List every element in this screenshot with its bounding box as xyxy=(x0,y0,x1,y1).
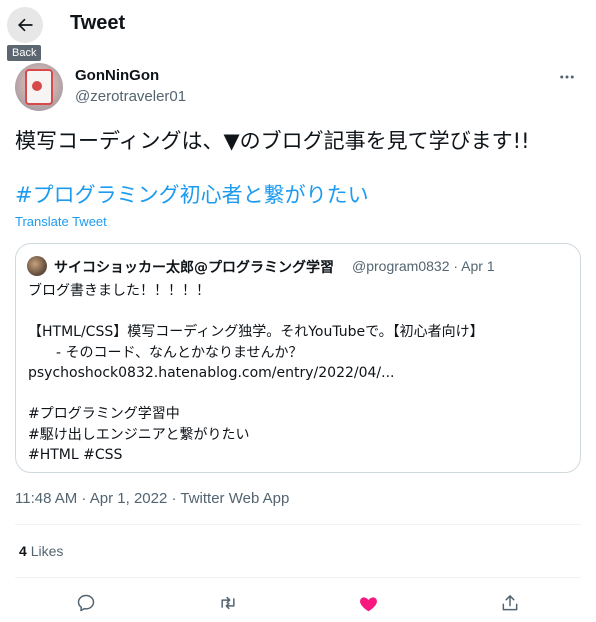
quote-author-name[interactable]: サイコショッカー太郎@プログラミング学習 xyxy=(54,257,334,277)
quote-avatar[interactable] xyxy=(27,256,47,276)
author-display-name[interactable]: GonNinGon xyxy=(75,67,159,84)
more-options-button[interactable] xyxy=(557,67,577,87)
divider xyxy=(15,577,581,578)
likes-label: Likes xyxy=(30,543,64,559)
author-handle[interactable]: @zerotraveler01 xyxy=(75,88,186,105)
tweet-text: 模写コーディングは、▼のブログ記事を見て学びます!! xyxy=(15,129,530,153)
top-bar: Back Tweet xyxy=(0,0,596,61)
heart-filled-icon xyxy=(359,596,377,611)
translate-tweet-link[interactable]: Translate Tweet xyxy=(15,214,107,229)
arrow-left-icon xyxy=(18,18,33,32)
more-dots-icon xyxy=(560,75,574,79)
share-icon xyxy=(502,595,518,611)
back-tooltip: Back xyxy=(7,45,42,61)
retweet-icon xyxy=(221,596,235,610)
divider xyxy=(15,524,581,525)
avatar[interactable] xyxy=(15,63,63,111)
likes-count[interactable]: 4 Likes xyxy=(19,543,63,559)
reply-button[interactable] xyxy=(69,586,103,620)
like-button[interactable] xyxy=(351,586,385,620)
tweet-author: GonNinGon @zerotraveler01 xyxy=(15,63,581,113)
quoted-tweet[interactable]: サイコショッカー太郎@プログラミング学習 @program0832 · Apr … xyxy=(15,243,581,473)
likes-number: 4 xyxy=(19,543,27,559)
back-button[interactable] xyxy=(7,7,43,43)
quote-body: ブログ書きました！！！！！ 【HTML/CSS】模写コーディング独学。それYou… xyxy=(28,283,484,463)
tweet-timestamp[interactable]: 11:48 AM · Apr 1, 2022 · Twitter Web App xyxy=(15,490,289,507)
page-title: Tweet xyxy=(70,12,126,34)
quote-author-meta: @program0832 · Apr 1 xyxy=(352,258,495,274)
retweet-button[interactable] xyxy=(211,586,245,620)
share-button[interactable] xyxy=(493,586,527,620)
hashtag-link[interactable]: #プログラミング初心者と繋がりたい xyxy=(15,179,369,209)
tweet-actions xyxy=(15,586,581,618)
reply-icon xyxy=(77,594,95,612)
